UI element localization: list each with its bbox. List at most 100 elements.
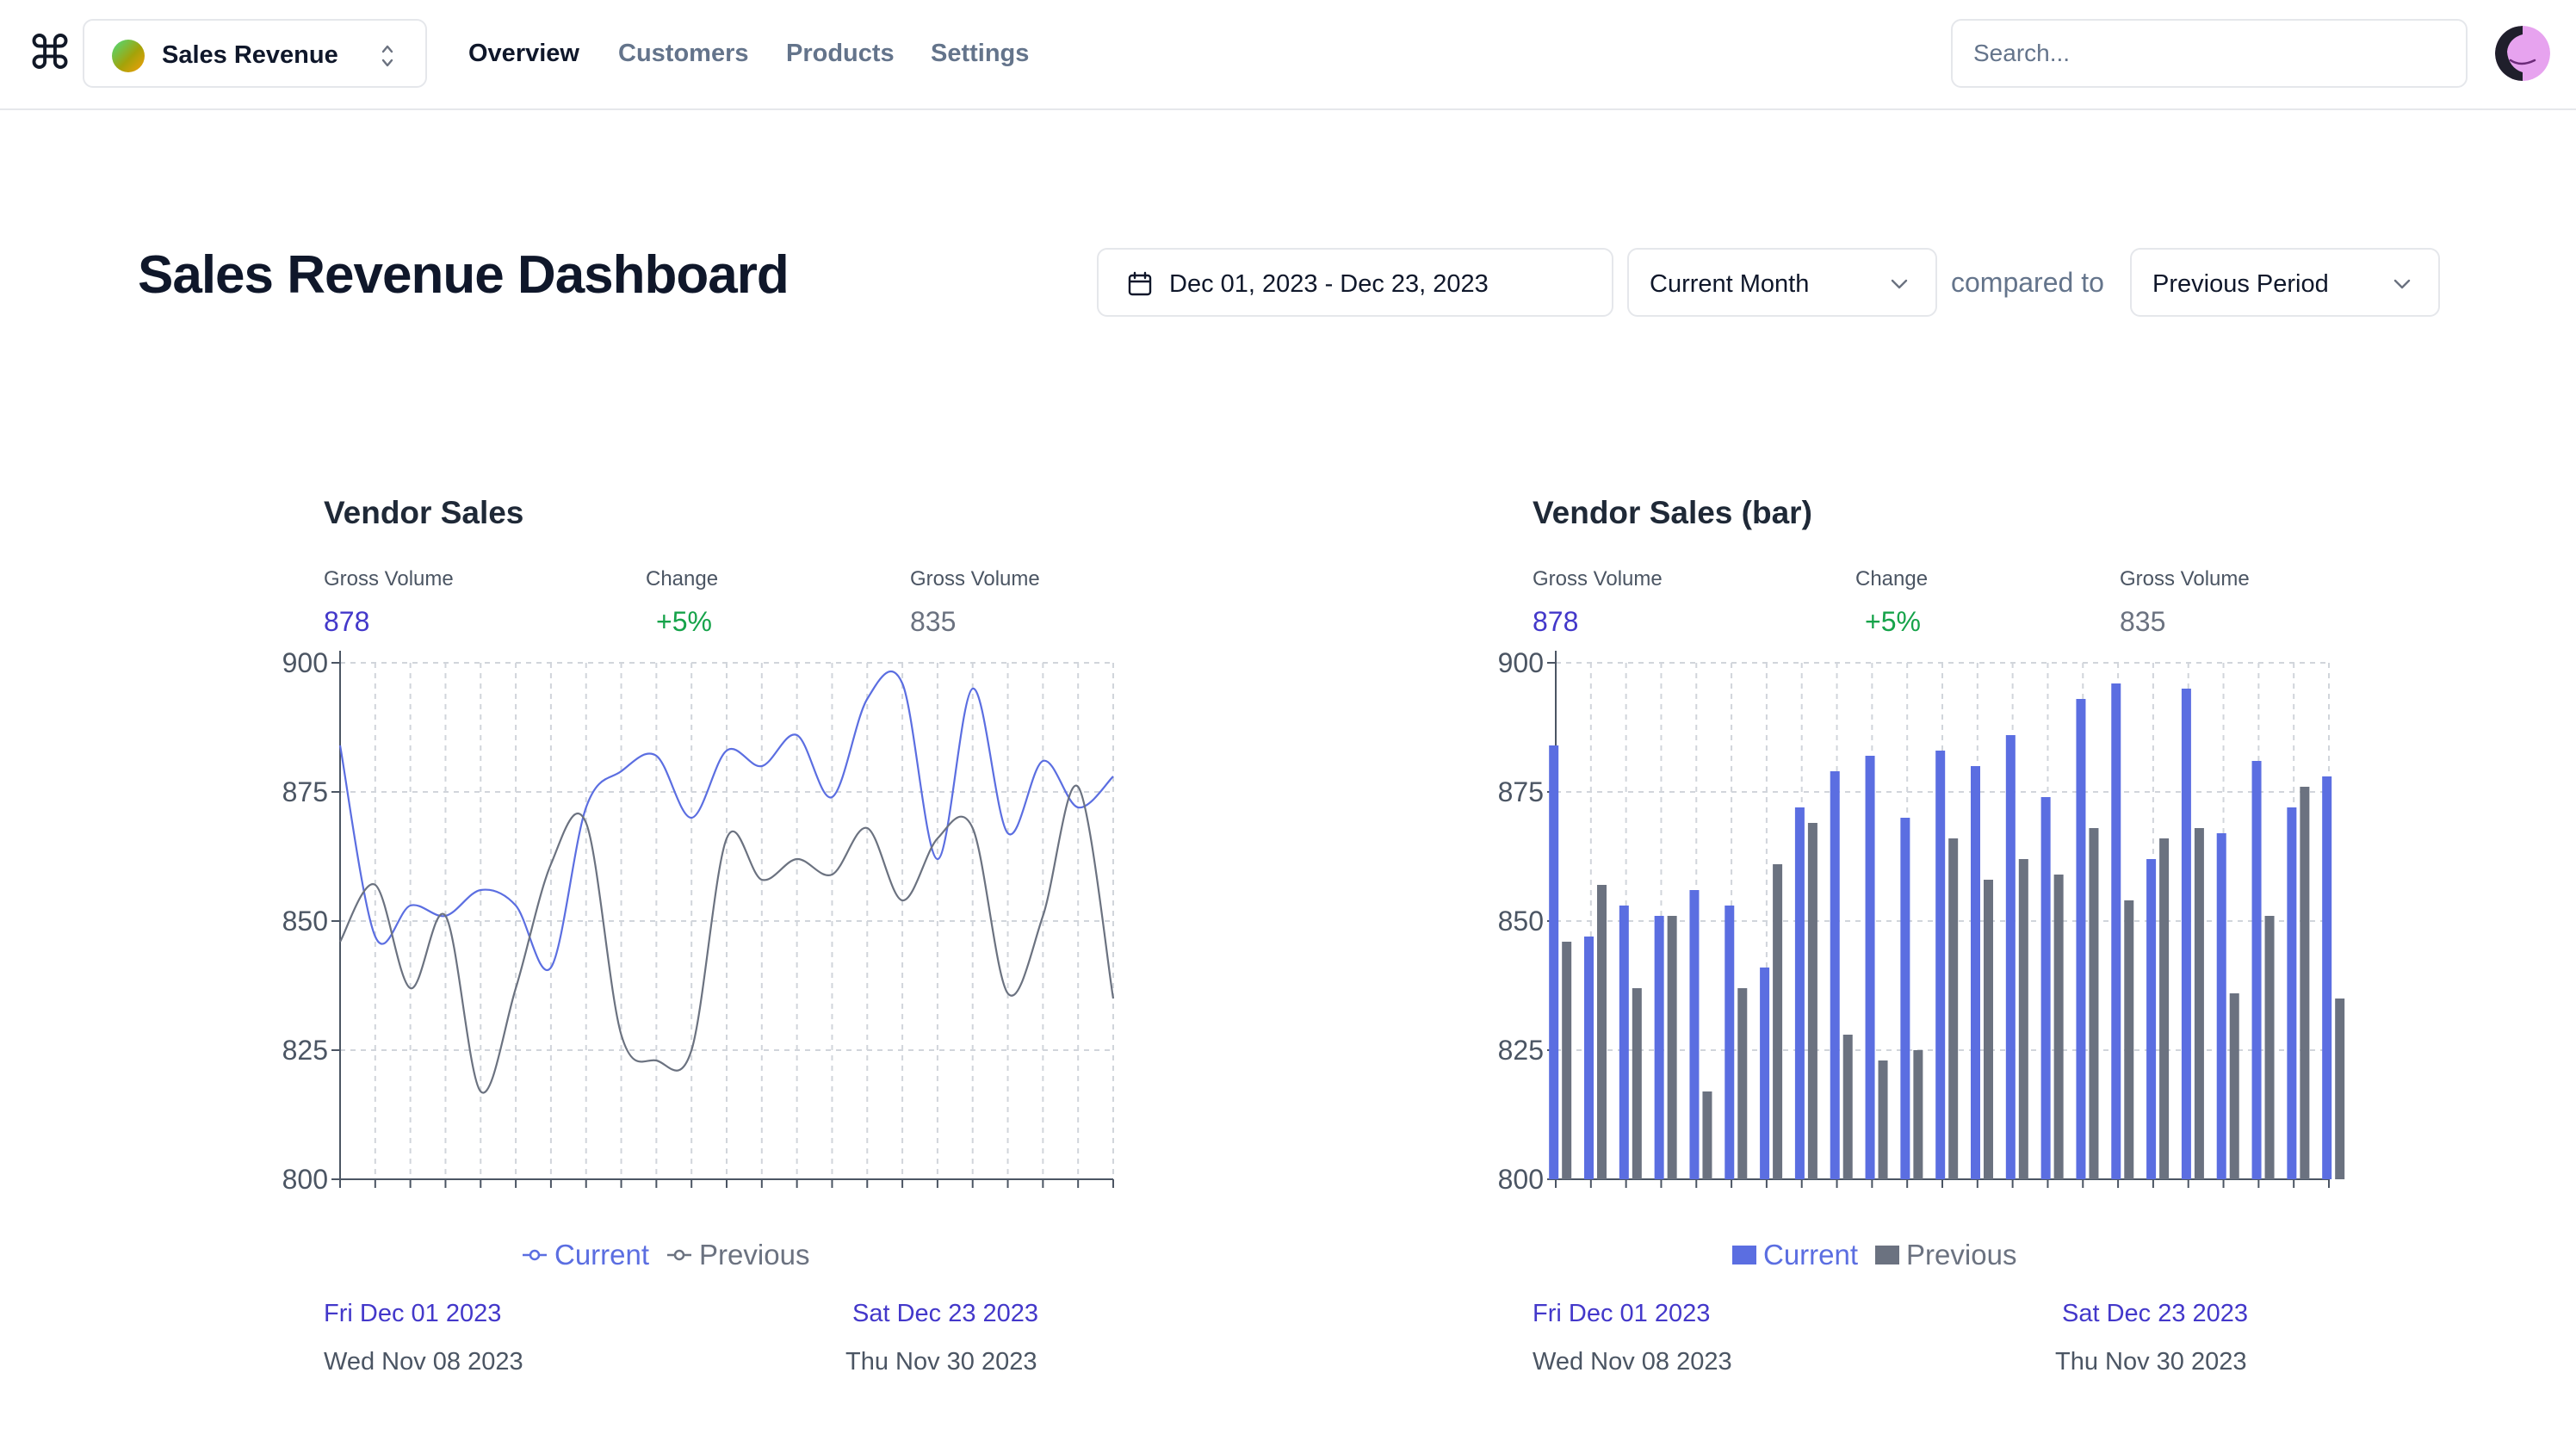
kpi-label-previous-volume: Gross Volume [2120,567,2250,590]
bar-previous [1948,838,1959,1179]
bar-current [2111,683,2121,1179]
bar-previous [1773,864,1783,1179]
y-tick-label: 800 [1498,1164,1544,1195]
bar-current [1794,807,1805,1179]
user-avatar[interactable] [2495,26,2550,81]
bar-current [1971,766,1981,1179]
legend-item-previous[interactable]: Previous [666,1238,809,1272]
kpi-value-gross-volume: 878 [1533,606,1579,637]
team-name: Sales Revenue [162,41,338,69]
line-marker-icon [667,1249,692,1261]
team-switcher-button[interactable]: Sales Revenue [83,19,427,88]
nav-overview[interactable]: Overview [468,36,579,71]
bar-current [2251,761,2262,1179]
bar-previous [2159,838,2170,1179]
bar-previous [2300,787,2310,1179]
period-select-value: Current Month [1650,270,1810,298]
bar-current [2181,689,2191,1179]
kpi-value-change: +5% [1865,606,1921,637]
bar-current [2216,833,2226,1179]
nav-settings[interactable]: Settings [931,36,1029,71]
y-tick-label: 825 [1498,1035,1544,1066]
square-marker-icon [1875,1246,1900,1264]
current-range-start: Fri Dec 01 2023 [324,1300,502,1327]
legend-item-previous[interactable]: Previous [1875,1238,2016,1272]
bar-previous [2124,900,2134,1179]
previous-range-start: Wed Nov 08 2023 [324,1348,523,1376]
legend-label-previous: Previous [699,1239,810,1271]
bar-previous [2229,993,2239,1179]
legend-item-current[interactable]: Current [522,1238,649,1272]
top-navigation-bar: ⌘ Sales Revenue Overview Customers Produ… [0,0,2576,110]
search-input[interactable] [1951,19,2468,88]
vendor-sales-line-chart: 800 825 850 875 900 [282,647,1115,1195]
command-icon[interactable]: ⌘ [24,26,76,81]
chevron-down-icon [1891,279,1908,289]
y-tick-label: 875 [1498,776,1544,807]
calendar-icon [1128,271,1152,296]
kpi-label-gross-volume: Gross Volume [1533,567,1663,590]
previous-range-end: Thu Nov 30 2023 [2055,1348,2247,1376]
previous-range-end: Thu Nov 30 2023 [845,1348,1037,1376]
kpi-label-change: Change [646,567,719,590]
bar-current [2322,776,2332,1179]
bar-current [1549,745,1559,1179]
square-marker-icon [1732,1246,1756,1264]
current-range-start: Fri Dec 01 2023 [1533,1300,1711,1327]
bar-previous [2053,875,2064,1179]
team-avatar [112,40,145,72]
legend-label-current: Current [554,1239,650,1271]
bar-previous [1984,880,1994,1179]
bar-previous [2089,828,2099,1179]
chart-legend: Current Previous [522,1238,809,1272]
nav-products[interactable]: Products [786,36,895,71]
bar-current [1935,751,1946,1179]
bar-previous [1632,988,1642,1179]
kpi-label-previous-volume: Gross Volume [910,567,1040,590]
current-range-end: Sat Dec 23 2023 [852,1300,1039,1327]
date-range-value: Dec 01, 2023 - Dec 23, 2023 [1169,270,1489,298]
kpi-value-change: +5% [656,606,712,637]
period-select[interactable]: Current Month [1627,248,1937,317]
bar-current [2040,797,2051,1179]
bar-previous [2194,828,2204,1179]
bar-current [2005,735,2016,1179]
previous-range-start: Wed Nov 08 2023 [1533,1348,1732,1376]
chevron-down-icon [2393,279,2411,289]
y-tick-label: 900 [1498,647,1544,678]
bar-previous [2018,859,2028,1179]
vendor-sales-bar-chart: 800 825 850 875 900 [1498,647,2345,1195]
bar-current [2287,807,2297,1179]
date-range-picker[interactable]: Dec 01, 2023 - Dec 23, 2023 [1097,248,1613,317]
y-tick-label: 875 [282,776,328,807]
current-range-end: Sat Dec 23 2023 [2062,1300,2249,1327]
comparison-select[interactable]: Previous Period [2130,248,2440,317]
bar-previous [1667,916,1677,1179]
line-marker-icon [523,1249,547,1261]
bar-current [2076,699,2086,1179]
bar-current [1689,890,1700,1179]
card-title: Vendor Sales (bar) [1533,495,1812,530]
card-title: Vendor Sales [324,495,524,530]
bar-previous [1597,885,1607,1179]
bar-previous [1737,988,1748,1179]
bar-current [1760,968,1770,1179]
bar-previous [1807,823,1817,1179]
bar-current [2146,859,2157,1179]
legend-item-current[interactable]: Current [1732,1238,1858,1272]
chart-legend: Current Previous [1732,1238,2016,1272]
compared-to-label: compared to [1951,267,2104,298]
bar-previous [1913,1050,1923,1179]
kpi-value-previous-volume: 835 [2120,606,2166,637]
bar-previous [1702,1091,1712,1179]
page-title: Sales Revenue Dashboard [138,245,790,305]
y-tick-label: 900 [282,647,328,678]
chevron-up-down-icon [381,45,393,67]
comparison-select-value: Previous Period [2152,270,2329,298]
nav-customers[interactable]: Customers [618,36,749,71]
bar-current [1654,916,1664,1179]
y-tick-label: 825 [282,1035,328,1066]
bar-current [1900,818,1910,1179]
bar-previous [1842,1035,1853,1179]
legend-label-previous: Previous [1906,1239,2017,1271]
